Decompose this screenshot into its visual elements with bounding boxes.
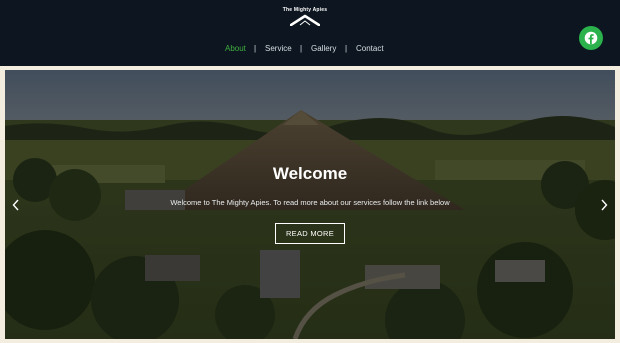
read-more-button[interactable]: READ MORE xyxy=(275,223,345,244)
carousel-next-button[interactable] xyxy=(598,197,610,213)
chevron-left-icon xyxy=(12,199,19,211)
hero-subtitle: Welcome to The Mighty Apies. To read mor… xyxy=(170,198,450,207)
site-header: The Mighty Apies About | Service | Galle… xyxy=(0,0,620,66)
nav-item-about[interactable]: About xyxy=(225,44,246,54)
carousel-prev-button[interactable] xyxy=(10,197,22,213)
nav-separator: | xyxy=(254,44,257,53)
site-logo[interactable]: The Mighty Apies xyxy=(282,7,328,29)
nav-item-contact[interactable]: Contact xyxy=(356,44,384,54)
logo-text: The Mighty Apies xyxy=(282,7,328,13)
facebook-icon xyxy=(584,31,598,45)
nav-item-service[interactable]: Service xyxy=(265,44,292,54)
hero-title: Welcome xyxy=(272,164,348,183)
nav-separator: | xyxy=(300,44,303,53)
nav-item-gallery[interactable]: Gallery xyxy=(311,44,336,54)
nav-separator: | xyxy=(345,44,348,53)
chevron-right-icon xyxy=(601,199,608,211)
main-navigation: About | Service | Gallery | Contact xyxy=(0,44,620,56)
facebook-button[interactable] xyxy=(579,26,603,50)
logo-roof-icon xyxy=(290,14,320,26)
